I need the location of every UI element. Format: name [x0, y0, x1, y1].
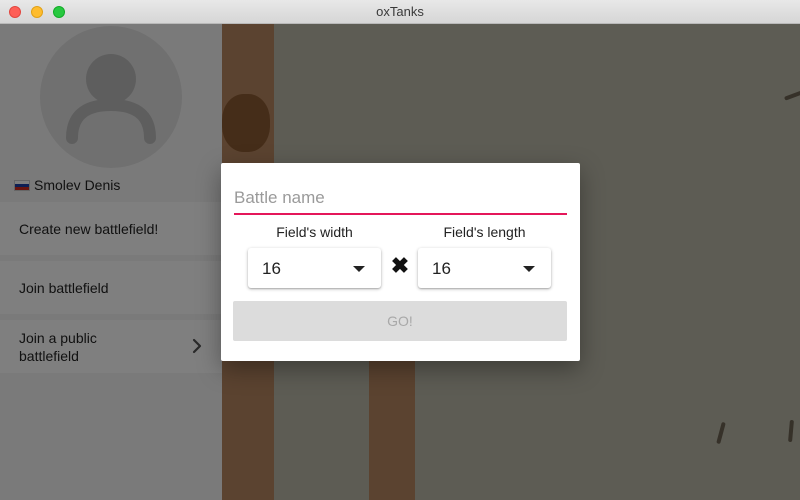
multiply-icon: ✖ — [390, 253, 410, 278]
field-width-value: 16 — [262, 259, 281, 278]
new-battle-dialog: Field's width Field's length 16 ✖ 16 GO! — [221, 163, 580, 361]
field-length-value: 16 — [432, 259, 451, 278]
go-button[interactable]: GO! — [233, 301, 567, 341]
field-width-select[interactable]: 16 — [248, 248, 381, 288]
window-title: oxTanks — [376, 4, 424, 19]
battle-name-input[interactable] — [234, 183, 567, 215]
main-content: Smolev Denis Create new battlefield! Joi… — [0, 24, 800, 500]
caret-down-icon — [353, 266, 365, 272]
title-bar: oxTanks — [0, 0, 800, 24]
field-length-select[interactable]: 16 — [418, 248, 551, 288]
field-width-label: Field's width — [276, 224, 353, 240]
app-window: oxTanks Smolev Denis Create new battlefi… — [0, 0, 800, 500]
field-length-label: Field's length — [443, 224, 526, 240]
caret-down-icon — [523, 266, 535, 272]
